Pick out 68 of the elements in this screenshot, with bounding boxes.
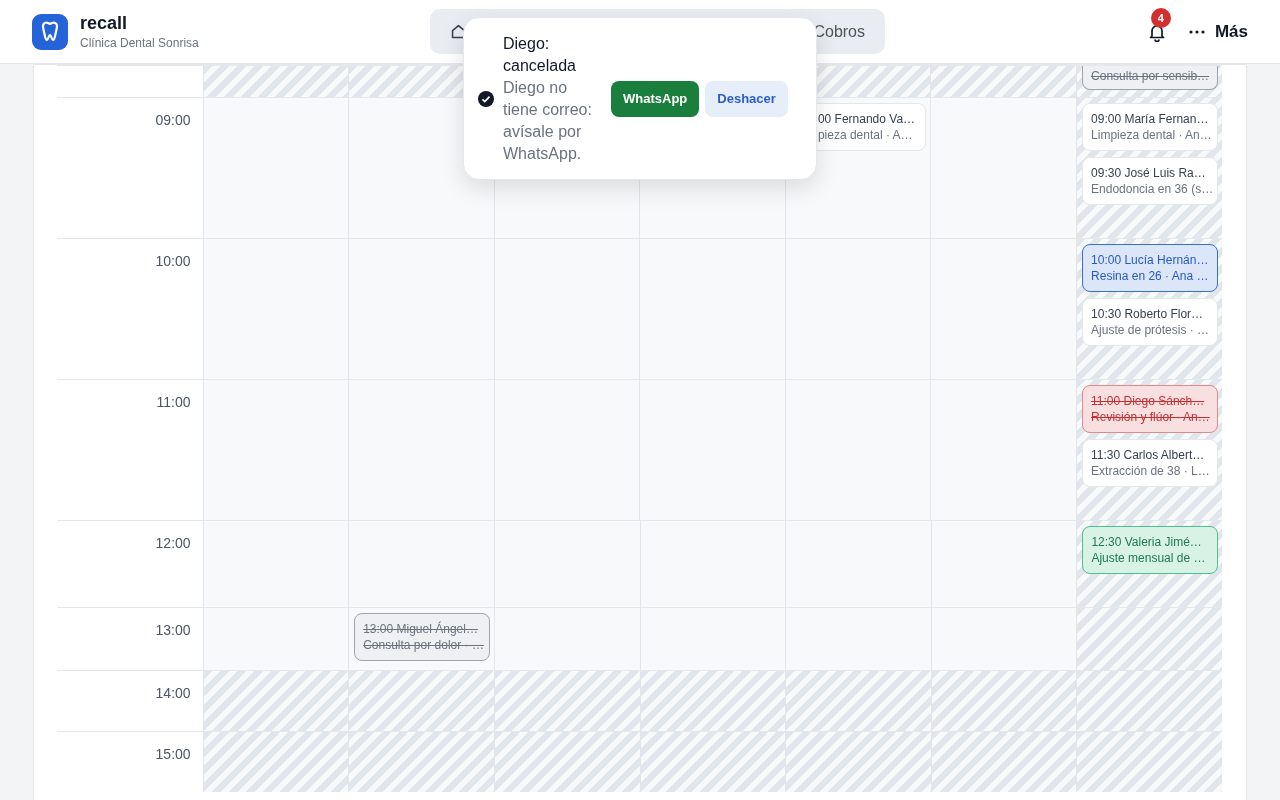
dots-icon xyxy=(1188,29,1205,34)
appointment-title: 13:00 Miguel Ángel… xyxy=(363,621,479,637)
calendar-slot[interactable] xyxy=(202,671,349,731)
time-label: 12:00 xyxy=(155,535,191,551)
calendar-slot[interactable] xyxy=(1076,608,1223,670)
appointment-card[interactable]: 11:00 Diego Sánch… Revisión y flúor · An… xyxy=(1082,385,1219,433)
appointment-detail: pieza dental · A… xyxy=(817,127,914,143)
appointment-title: 11:00 Diego Sánch… xyxy=(1091,393,1206,409)
more-button[interactable]: Más xyxy=(1188,21,1248,42)
calendar-slot[interactable] xyxy=(202,608,349,670)
appointment-detail: Revisión y flúor · An… xyxy=(1091,409,1210,425)
appointment-detail: Ajuste de prótesis · … xyxy=(1091,322,1210,338)
clinic-name: Clínica Dental Sonrisa xyxy=(80,36,199,50)
calendar-slot[interactable] xyxy=(202,521,349,607)
time-label: 11:00 xyxy=(156,394,191,410)
appointment-card[interactable]: Consulta por sensib… xyxy=(1082,66,1219,90)
time-label: 14:00 xyxy=(155,685,191,701)
calendar-slot[interactable]: 11:00 Diego Sánch… Revisión y flúor · An… 11:30 Carlos Albert… Extracción de 38 · L… xyxy=(1076,380,1223,520)
appointment-card[interactable]: 10:30 Roberto Flor… Ajuste de prótesis · … xyxy=(1082,298,1219,346)
appointment-title: 11:30 Carlos Albert… xyxy=(1091,447,1206,463)
calendar-slot[interactable]: 10:00 Lucía Hernán… Resina en 26 · Ana … 10:30 Roberto Flor… Ajuste de prótesis · … xyxy=(1076,239,1223,379)
appointment-detail: Limpieza dental · An… xyxy=(1091,127,1210,143)
appointment-detail: Endodoncia en 36 (s… xyxy=(1091,181,1210,197)
toast-message: Diego no tiene correo: avísale por WhatsApp. xyxy=(503,77,593,164)
calendar-slot[interactable] xyxy=(930,732,1077,792)
calendar-slot[interactable] xyxy=(348,732,494,792)
appointment-detail: Consulta por sensib… xyxy=(1091,68,1210,84)
appointment-title: 10:00 Lucía Hernán… xyxy=(1091,252,1210,268)
time-label: 13:00 xyxy=(155,622,191,638)
appointment-card[interactable]: 09:00 María Fernan… Limpieza dental · An… xyxy=(1082,103,1219,151)
appointment-card[interactable]: 10:00 Lucía Hernán… Resina en 26 · Ana … xyxy=(1082,244,1219,292)
appointment-title: 10:30 Roberto Flor… xyxy=(1091,306,1205,322)
appointment-title: 09:30 José Luis Ra… xyxy=(1091,165,1207,181)
appointment-card[interactable]: 09:30 José Luis Ra… Endodoncia en 36 (s… xyxy=(1082,157,1219,205)
appointment-card[interactable]: 12:30 Valeria Jimé… Ajuste mensual de … xyxy=(1082,526,1218,574)
time-label: 15:00 xyxy=(155,746,191,762)
notification-badge: 4 xyxy=(1150,7,1171,28)
calendar-slot[interactable] xyxy=(639,732,786,792)
appointment-detail: Extracción de 38 · L… xyxy=(1091,463,1210,479)
appointment-title: 09:00 María Fernan… xyxy=(1091,111,1210,127)
appointment-detail: Resina en 26 · Ana … xyxy=(1091,268,1210,284)
calendar-slot[interactable]: Consulta por sensib… xyxy=(1076,66,1223,97)
calendar-slot[interactable] xyxy=(202,239,349,379)
appointment-title: 00 Fernando Va… xyxy=(817,111,917,127)
calendar-slot[interactable] xyxy=(202,66,349,97)
tooth-logo-icon xyxy=(32,13,68,50)
calendar-slot[interactable] xyxy=(493,732,640,792)
appointment-card[interactable]: 13:00 Miguel Ángel… Consulta por dolor · … xyxy=(354,613,491,661)
time-label: 09:00 xyxy=(155,112,191,128)
brand-name: recall xyxy=(80,13,129,34)
calendar-slot[interactable] xyxy=(1076,671,1222,731)
check-icon xyxy=(478,90,494,107)
calendar-slot[interactable] xyxy=(202,98,349,238)
appointment-detail: Ajuste mensual de … xyxy=(1091,550,1207,566)
calendar-slot[interactable]: 13:00 Miguel Ángel… Consulta por dolor · … xyxy=(348,608,495,670)
calendar-slot[interactable] xyxy=(202,380,349,520)
calendar-slot[interactable] xyxy=(202,732,349,792)
calendar-slot[interactable]: 12:30 Valeria Jimé… Ajuste mensual de … xyxy=(1076,521,1222,607)
calendar-slot[interactable]: 09:00 María Fernan… Limpieza dental · An… 09:30 José Luis Ra… Endodoncia en 36 (s… xyxy=(1076,98,1223,238)
appointment-detail: Consulta por dolor · … xyxy=(363,637,482,653)
toast-title: Diego: cancelada xyxy=(503,33,577,76)
appointment-title: 12:30 Valeria Jimé… xyxy=(1091,534,1203,550)
calendar-slot[interactable] xyxy=(785,732,931,792)
appointment-card[interactable]: 11:30 Carlos Albert… Extracción de 38 · L… xyxy=(1082,439,1219,487)
toast-action-button[interactable]: WhatsApp xyxy=(611,80,700,117)
calendar-slot[interactable] xyxy=(1076,732,1222,792)
toast-action-button[interactable]: Deshacer xyxy=(705,80,788,117)
time-label: 10:00 xyxy=(155,253,191,269)
